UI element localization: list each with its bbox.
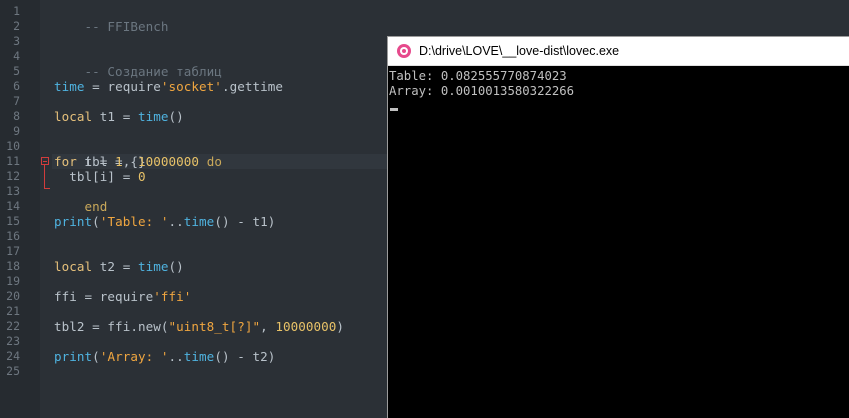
code-line-22[interactable]: tbl2 = ffi.new("uint8_t[?]", 10000000) [54,319,344,334]
operator: .. [168,349,184,364]
keyword: do [206,154,222,169]
fold-collapse-icon[interactable] [41,157,49,165]
line-number: 3 [13,34,20,48]
line-number: 25 [6,364,20,378]
code-text: tbl2 = ffi. [54,319,138,334]
code-line-15[interactable]: print('Table: '..time() - t1) [54,214,275,229]
identifier: new [137,319,161,334]
function-call: time [137,109,169,124]
line-number: 12 [6,169,20,183]
comment: -- Создание таблиц [84,64,222,79]
line-number: 24 [6,349,20,363]
code-text: () - t2) [214,349,276,364]
code-line-8[interactable]: local t1 = time() [54,109,184,124]
function-call: time [183,349,215,364]
code-text: () - t1) [214,214,276,229]
code-line-18[interactable]: local t2 = time() [54,259,184,274]
code-text: ( [92,349,100,364]
number: 0 [137,169,146,184]
line-number: 6 [13,79,20,93]
function-call: time [137,259,169,274]
code-text: t2 = [92,259,138,274]
line-number: 11 [6,154,20,168]
text-cursor [390,108,398,111]
line-number: 14 [6,199,20,213]
fold-column [40,0,52,418]
code-line-12[interactable]: tbl[i] = 0 [54,169,146,184]
number: 10000000 [275,319,337,334]
console-line: Array: 0.0010013580322266 [389,84,575,98]
operator: . [221,79,230,94]
keyword: local [54,109,93,124]
code-text: tbl[i] = [54,169,138,184]
identifier: gettime [229,79,284,94]
code-text: , [260,319,276,334]
code-line-24[interactable]: print('Array: '..time() - t2) [54,349,275,364]
keyword: end [84,199,108,214]
code-text: ( [92,214,100,229]
line-number: 4 [13,49,20,63]
code-line-20[interactable]: ffi = require'ffi' [54,289,191,304]
line-number: 21 [6,304,20,318]
line-number: 1 [13,4,20,18]
console-output[interactable]: Table: 0.082555770874023 Array: 0.001001… [388,66,849,111]
function-call: time [183,214,215,229]
code-text: i = [76,154,116,169]
line-number: 9 [13,124,20,138]
console-window[interactable]: D:\drive\LOVE\__love-dist\lovec.exe Tabl… [387,36,849,418]
string: 'ffi' [153,289,192,304]
fold-range-line [44,165,45,188]
line-number: 13 [6,184,20,198]
line-number: 22 [6,319,20,333]
console-line: Table: 0.082555770874023 [389,69,567,83]
line-number: 19 [6,274,20,288]
identifier: time [54,79,85,94]
string: 'socket' [160,79,222,94]
string: "uint8_t[?]" [168,319,261,334]
identifier: require [107,79,161,94]
operator: = [84,79,108,94]
line-number: 16 [6,229,20,243]
code-text: t1 = [92,109,138,124]
code-line-10[interactable]: tbl = {} [54,139,146,169]
function-call: print [54,214,93,229]
comment: -- FFIBench [84,19,169,34]
line-number: 20 [6,289,20,303]
line-number: 10 [6,139,20,153]
code-line-11[interactable]: for i = 1, 10000000 do [54,154,222,169]
window-titlebar[interactable]: D:\drive\LOVE\__love-dist\lovec.exe [388,37,849,66]
number: 1 [115,154,123,169]
code-text: () [168,109,184,124]
line-number: 15 [6,214,20,228]
window-title: D:\drive\LOVE\__love-dist\lovec.exe [419,44,620,58]
line-number: 23 [6,334,20,348]
code-line-13[interactable]: end [54,184,108,214]
code-line-6[interactable]: time = require'socket'.gettime [54,79,283,94]
line-number: 8 [13,109,20,123]
line-number: 5 [13,64,20,78]
code-text: ( [160,319,169,334]
line-number: 7 [13,94,20,108]
code-text: , [122,154,138,169]
line-number-gutter: 1 2 3 4 5 6 7 8 9 10 11 12 13 14 15 16 17 18 19 20 21 22 23 24 2… [0,0,41,418]
keyword: local [54,259,93,274]
code-text: () [168,259,184,274]
operator: .. [168,214,184,229]
love-app-icon [397,44,411,58]
line-number: 17 [6,244,20,258]
line-number: 2 [13,19,20,33]
function-call: print [54,349,93,364]
string: 'Table: ' [99,214,169,229]
keyword: for [54,154,77,169]
number: 10000000 [137,154,200,169]
code-text: ) [336,319,345,334]
string: 'Array: ' [99,349,169,364]
code-line-1[interactable]: -- FFIBench [54,4,169,34]
identifier: require [99,289,154,304]
fold-range-end [44,188,50,189]
line-number: 18 [6,259,20,273]
code-line-4[interactable]: -- Создание таблиц [54,49,222,79]
code-text: ffi = [54,289,100,304]
